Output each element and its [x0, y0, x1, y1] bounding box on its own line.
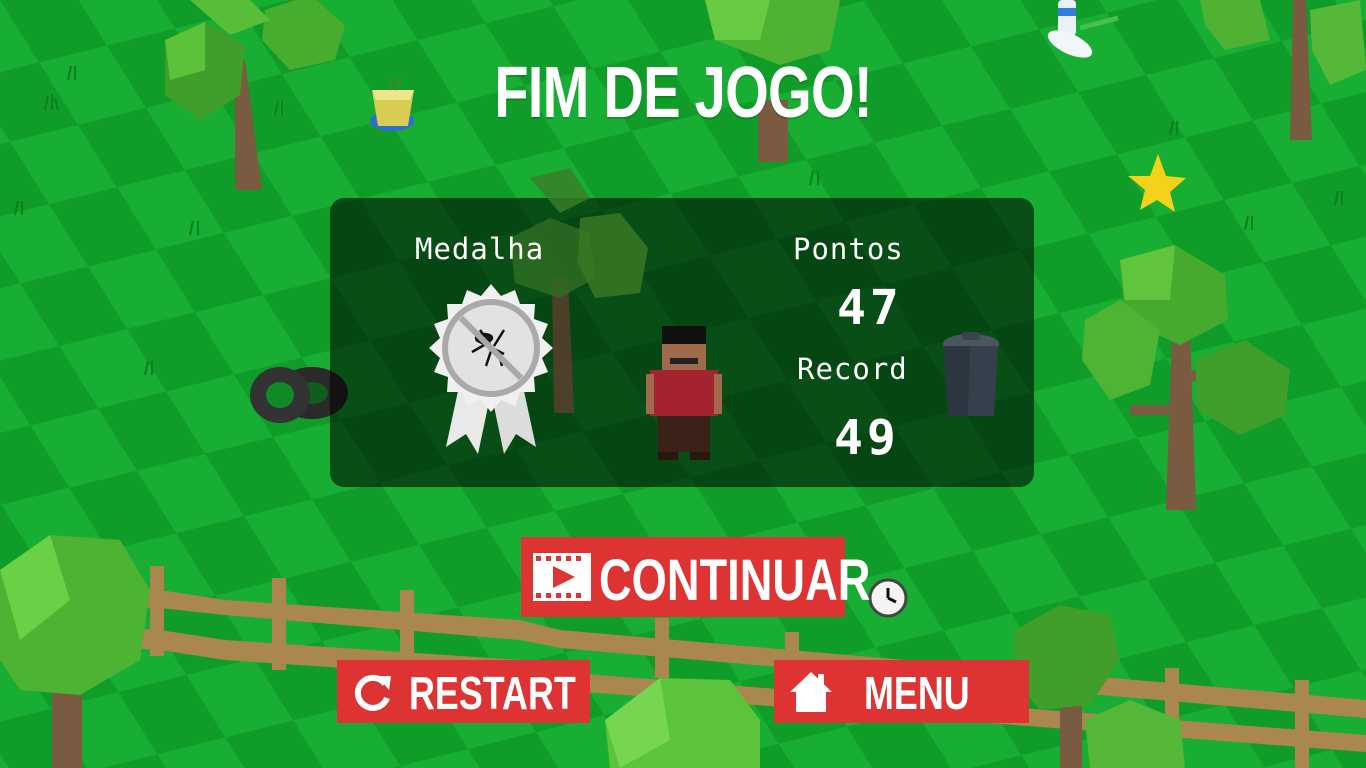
continue-label: CONTINUAR	[599, 548, 871, 613]
menu-label: MENU	[864, 667, 970, 719]
video-play-icon	[533, 553, 591, 601]
no-mosquito-medal-icon	[429, 284, 553, 454]
restart-button[interactable]: RESTART	[337, 660, 590, 723]
record-value: 49	[834, 410, 900, 466]
continue-button[interactable]: CONTINUAR	[521, 537, 870, 617]
restart-icon	[354, 674, 391, 711]
game-over-title: FIM DE JOGO!	[494, 53, 872, 133]
home-icon	[790, 672, 832, 712]
trash-can-icon	[943, 332, 999, 416]
record-label: Record	[797, 352, 908, 386]
points-label: Pontos	[793, 232, 904, 266]
points-value: 47	[837, 280, 903, 336]
restart-label: RESTART	[409, 667, 576, 719]
menu-button[interactable]: MENU	[774, 660, 1029, 723]
results-panel: Medalha Pontos 47 Record 49	[330, 168, 1034, 487]
clock-icon	[868, 578, 908, 618]
medal-label: Medalha	[415, 232, 545, 266]
player-character	[646, 326, 722, 460]
